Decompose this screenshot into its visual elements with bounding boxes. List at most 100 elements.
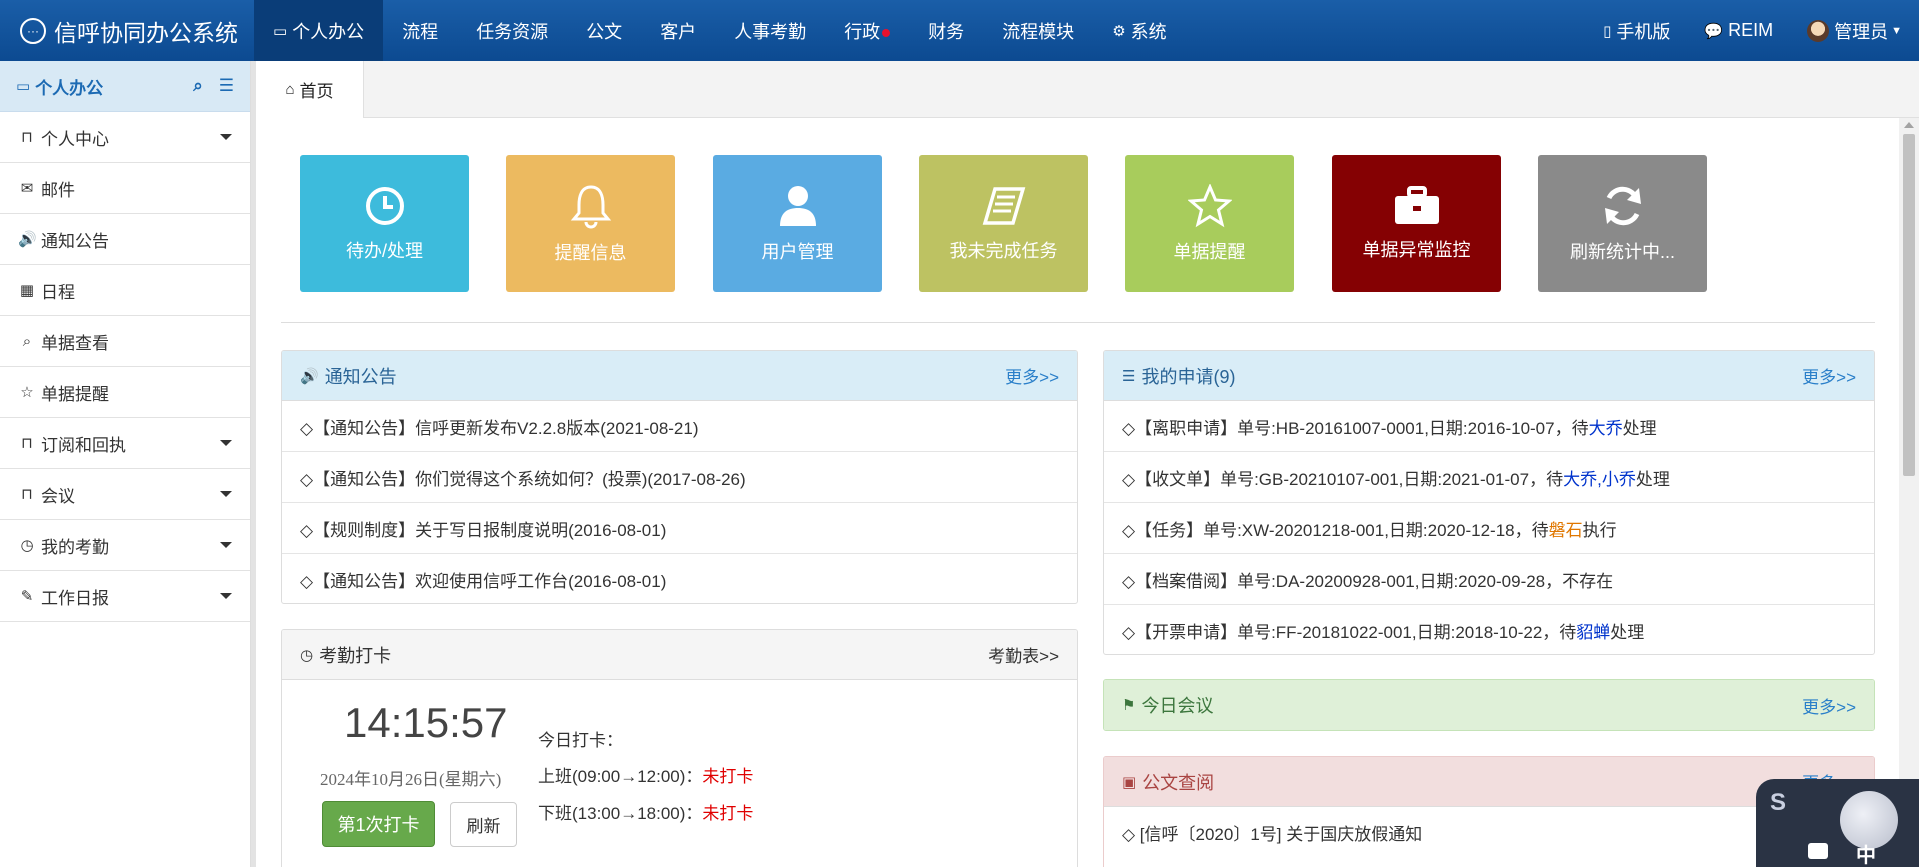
- nav-mobile[interactable]: ▯ 手机版: [1586, 0, 1687, 61]
- desktop-icon: ▭: [273, 22, 288, 40]
- handler-name: 大乔,小乔: [1563, 469, 1636, 489]
- today-punch-label: 今日打卡：: [538, 731, 623, 750]
- status-badge: 未打卡: [702, 804, 754, 823]
- caret-down-icon: [220, 440, 232, 446]
- today-meetings-panel: ⚑ 今日会议 更多>>: [1103, 679, 1875, 731]
- mobile-icon: ▯: [1603, 22, 1612, 40]
- gear-icon: ⚙: [1112, 22, 1126, 40]
- nav-system[interactable]: ⚙ 系统: [1093, 0, 1185, 61]
- punch-in-button[interactable]: 第1次打卡: [322, 801, 435, 847]
- tile-unfinished-tasks[interactable]: 我未完成任务: [919, 155, 1088, 292]
- calendar-icon: ▦: [19, 282, 35, 299]
- caret-down-icon: [220, 593, 232, 599]
- nav-flow-modules[interactable]: 流程模块: [983, 0, 1093, 61]
- list-item[interactable]: ◇【任务】单号:XW-20201218-001,日期:2020-12-18，待磐…: [1104, 503, 1874, 554]
- app-title: 信呼协同办公系统: [54, 19, 238, 46]
- top-navbar: ··· 信呼协同办公系统 ▭ 个人办公 流程 任务资源 公文 客户 人事考勤 行政…: [0, 0, 1919, 61]
- list-item[interactable]: ◇【通知公告】信呼更新发布V2.2.8版本(2021-08-21): [282, 401, 1077, 452]
- shirt-icon: [1808, 843, 1828, 859]
- nav-administration[interactable]: 行政: [825, 0, 909, 61]
- edit-icon: ✎: [20, 588, 34, 605]
- sidebar-title: 个人办公: [35, 78, 104, 98]
- sidebar-item-mail[interactable]: ✉ 邮件: [0, 163, 250, 214]
- meetings-more-link[interactable]: 更多>>: [1802, 693, 1856, 718]
- list-item[interactable]: ◇【通知公告】你们觉得这个系统如何？(投票)(2017-08-26): [282, 452, 1077, 503]
- scrollbar-thumb[interactable]: [1903, 134, 1915, 476]
- sidebar-item-my-attendance[interactable]: ◷ 我的考勤: [0, 520, 250, 571]
- suitcase-icon: ▣: [1122, 773, 1137, 791]
- refresh-icon: [1604, 186, 1641, 225]
- app-brand[interactable]: ··· 信呼协同办公系统: [0, 0, 254, 61]
- nav-reim[interactable]: 💬 REIM: [1687, 0, 1790, 61]
- bookmark-icon: ⊓: [21, 129, 33, 146]
- nav-user-menu[interactable]: 管理员 ▼: [1790, 0, 1919, 61]
- clock-icon: [365, 186, 404, 225]
- sidebar-item-personal-center[interactable]: ⊓ 个人中心: [0, 112, 250, 163]
- nav-personal-office[interactable]: ▭ 个人办公: [254, 0, 384, 61]
- handler-name: 大乔: [1588, 418, 1623, 438]
- notice-panel-header: 🔊 通知公告 更多>>: [282, 351, 1077, 401]
- sidebar-item-notice[interactable]: 🔊 通知公告: [0, 214, 250, 265]
- nav-customers[interactable]: 客户: [641, 0, 715, 61]
- sidebar-item-schedule[interactable]: ▦ 日程: [0, 265, 250, 316]
- meetings-panel-header: ⚑ 今日会议 更多>>: [1104, 680, 1874, 730]
- tile-reminders[interactable]: 提醒信息: [506, 155, 675, 292]
- sidebar-item-document-reminder[interactable]: ☆ 单据提醒: [0, 367, 250, 418]
- tile-todo[interactable]: 待办/处理: [300, 155, 469, 292]
- star-icon: ☆: [20, 384, 34, 401]
- avatar: [1807, 19, 1830, 42]
- volume-icon: 🔊: [300, 367, 319, 385]
- floating-input-widget[interactable]: S 中: [1756, 779, 1919, 867]
- nav-finance[interactable]: 财务: [909, 0, 983, 61]
- list-icon: ☰: [1122, 367, 1136, 385]
- page-scrollbar[interactable]: [1899, 118, 1919, 867]
- bookmark-icon: ⊓: [21, 486, 33, 503]
- star-icon: [1187, 183, 1232, 227]
- list-item[interactable]: ◇【通知公告】欢迎使用信呼工作台(2016-08-01): [282, 554, 1077, 603]
- notice-more-link[interactable]: 更多>>: [1005, 363, 1059, 388]
- divider: [281, 322, 1875, 323]
- notification-dot: [882, 28, 891, 37]
- list-item[interactable]: ◇【收文单】单号:GB-20210107-001,日期:2021-01-07，待…: [1104, 452, 1874, 503]
- clock-icon: ◷: [300, 646, 314, 664]
- sidebar-item-view-documents[interactable]: ⌕ 单据查看: [0, 316, 250, 367]
- sidebar: ▭ 个人办公 ⌕ ☰ ⊓ 个人中心 ✉ 邮件 🔊 通知公告 ▦ 日程 ⌕ 单据查看 ☆ 单据…: [0, 61, 251, 867]
- menu-icon[interactable]: ☰: [219, 76, 234, 96]
- list-item[interactable]: ◇【规则制度】关于写日报制度说明(2016-08-01): [282, 503, 1077, 554]
- sidebar-item-subscriptions[interactable]: ⊓ 订阅和回执: [0, 418, 250, 469]
- envelope-icon: ✉: [20, 180, 34, 197]
- bookmark-icon: ⊓: [21, 435, 33, 452]
- list-item[interactable]: ◇【开票申请】单号:FF-20181022-001,日期:2018-10-22，…: [1104, 605, 1874, 654]
- nav-workflow[interactable]: 流程: [383, 0, 457, 61]
- handler-name: 磐石: [1548, 520, 1583, 540]
- tab-home[interactable]: ⌂ 首页: [256, 61, 364, 118]
- search-icon[interactable]: ⌕: [193, 76, 203, 96]
- shift-2-row: 下班(13:00→18:00)：未打卡: [538, 804, 754, 823]
- sidebar-item-meetings[interactable]: ⊓ 会议: [0, 469, 250, 520]
- search-icon: ⌕: [22, 332, 32, 350]
- caret-down-icon: [220, 542, 232, 548]
- nav-task-resources[interactable]: 任务资源: [457, 0, 567, 61]
- sidebar-item-daily-report[interactable]: ✎ 工作日报: [0, 571, 250, 622]
- tile-document-reminder[interactable]: 单据提醒: [1125, 155, 1294, 292]
- refresh-button[interactable]: 刷新: [450, 802, 517, 847]
- home-icon: ⌂: [285, 81, 295, 98]
- applications-more-link[interactable]: 更多>>: [1802, 363, 1856, 388]
- scroll-up-arrow-icon[interactable]: [1904, 122, 1914, 128]
- chat-icon: 💬: [1704, 22, 1724, 40]
- handler-name: 貂蝉: [1576, 623, 1611, 642]
- flag-icon: ⚑: [1122, 697, 1136, 714]
- attendance-sheet-link[interactable]: 考勤表>>: [988, 642, 1059, 667]
- tab-bar: ⌂ 首页: [256, 61, 1919, 118]
- list-item[interactable]: ◇【离职申请】单号:HB-20161007-0001,日期:2016-10-07…: [1104, 401, 1874, 452]
- tile-user-management[interactable]: 用户管理: [713, 155, 882, 292]
- applications-panel-title: 我的申请(9): [1141, 366, 1236, 387]
- book-icon: [982, 186, 1025, 225]
- applications-panel-header: ☰ 我的申请(9) 更多>>: [1104, 351, 1874, 401]
- caret-down-icon: [220, 491, 232, 497]
- tile-document-monitor[interactable]: 单据异常监控: [1332, 155, 1501, 292]
- list-item[interactable]: ◇【档案借阅】单号:DA-20200928-001,日期:2020-09-28，…: [1104, 554, 1874, 605]
- nav-hr-attendance[interactable]: 人事考勤: [715, 0, 825, 61]
- nav-documents[interactable]: 公文: [567, 0, 641, 61]
- tile-refresh-stats[interactable]: 刷新统计中...: [1538, 155, 1707, 292]
